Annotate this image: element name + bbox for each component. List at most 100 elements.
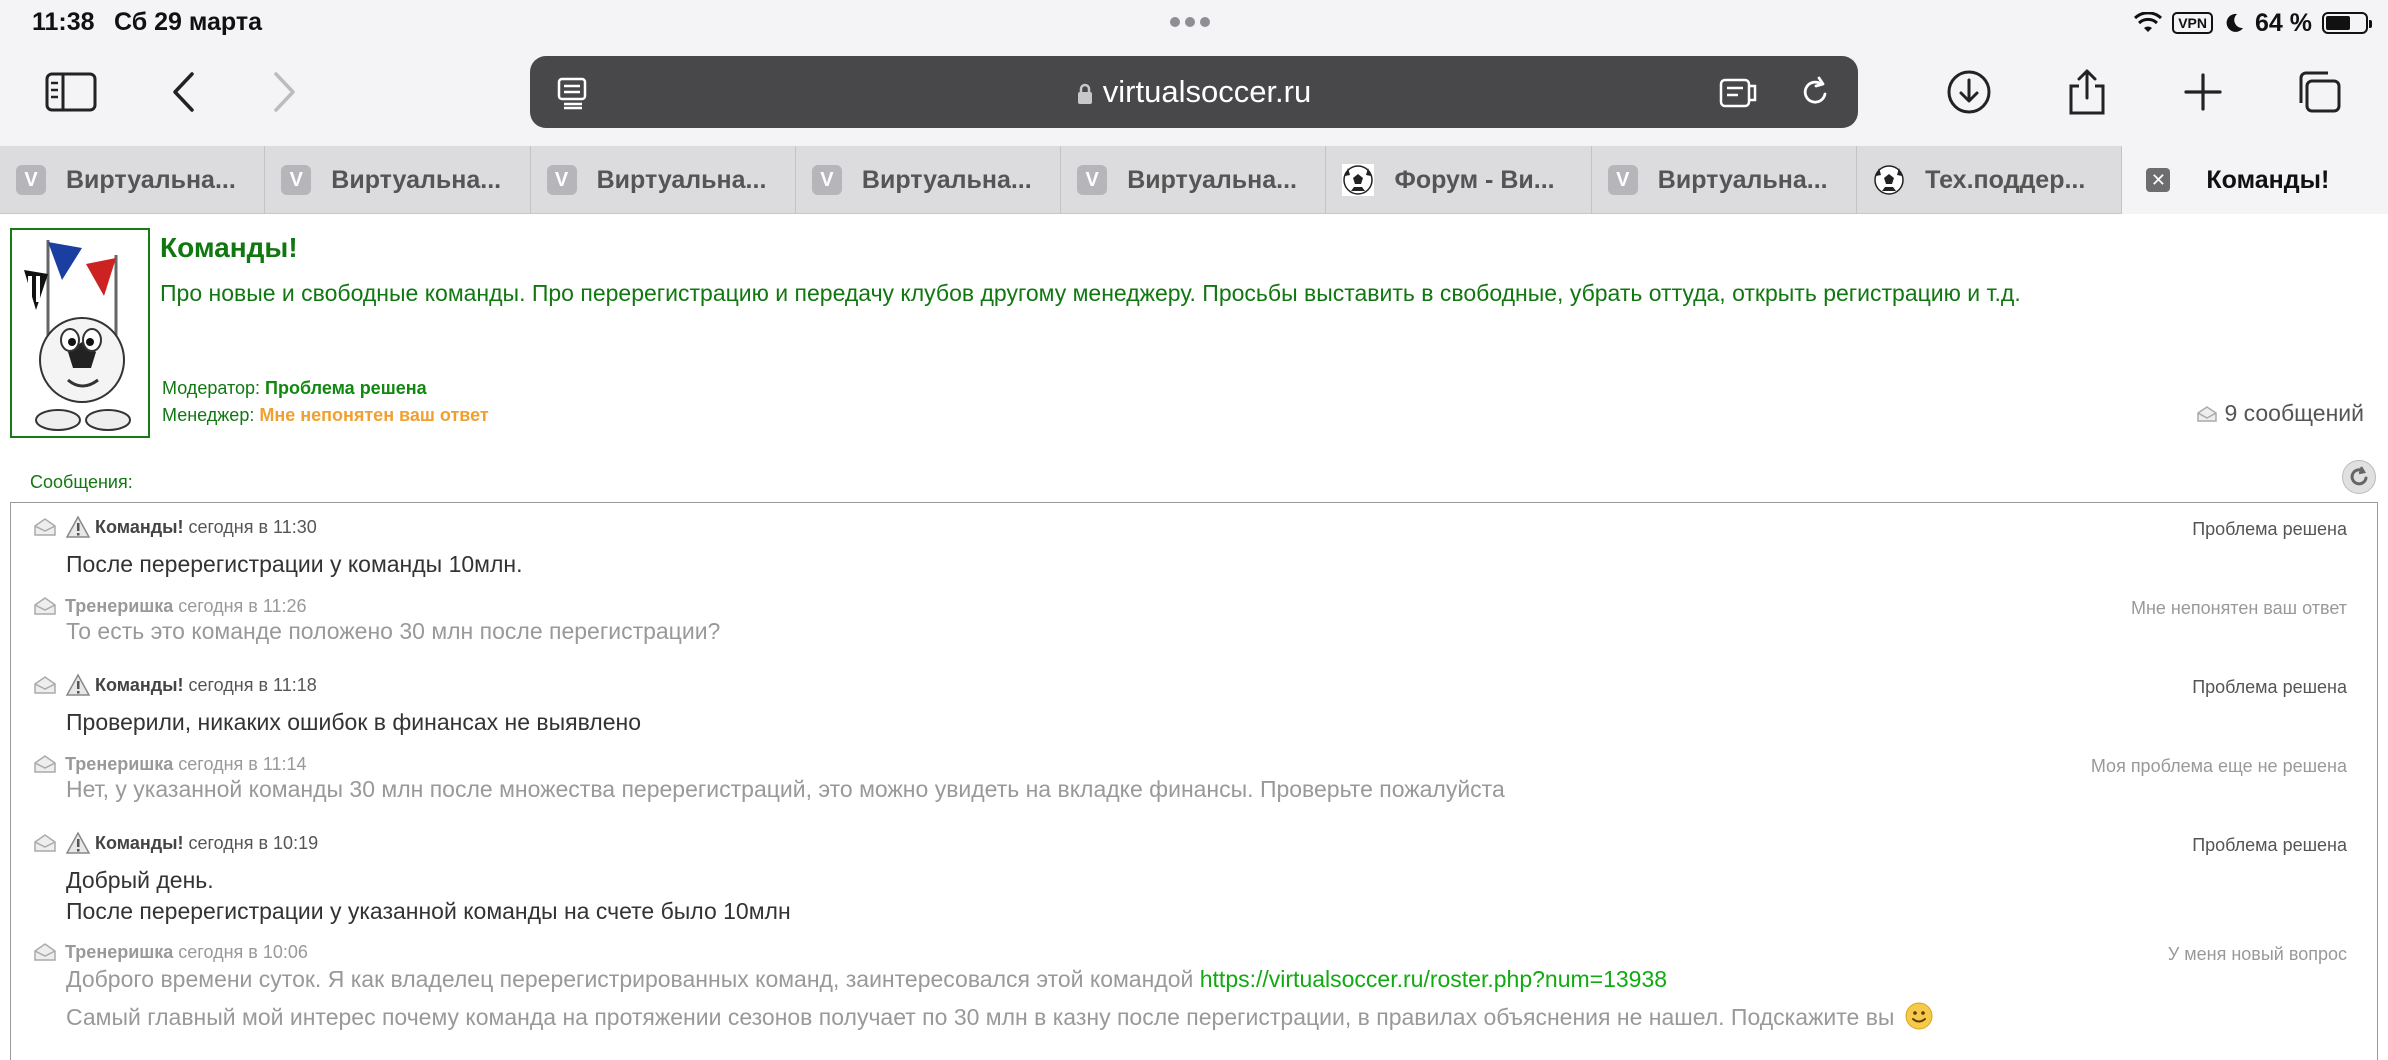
- address-url: virtualsoccer.ru: [1102, 74, 1312, 109]
- moderator-value: Проблема решена: [265, 378, 427, 398]
- status-right: VPN 64 %: [2134, 8, 2372, 38]
- share-icon[interactable]: [2052, 60, 2122, 124]
- message-line: После перерегистрации у команды 10млн.: [66, 551, 523, 577]
- status-time: 11:38: [32, 8, 95, 36]
- status-date: Сб 29 марта: [114, 8, 263, 36]
- message-status: Проблема решена: [2192, 835, 2347, 855]
- message-line: Добрый день.: [66, 867, 214, 893]
- tab-4[interactable]: V Виртуальна...: [796, 146, 1062, 214]
- messages-label: Сообщения:: [30, 472, 133, 492]
- tab-5[interactable]: V Виртуальна...: [1061, 146, 1327, 214]
- v-favicon-icon: V: [1607, 165, 1638, 195]
- message-line: Нет, у указанной команды 30 млн после мн…: [66, 776, 1505, 802]
- battery-icon: [2322, 12, 2372, 34]
- wifi-icon: [2134, 12, 2163, 32]
- vpn-badge: VPN: [2172, 12, 2214, 34]
- message-body: Проверили, никаких ошибок в финансах не …: [66, 707, 641, 738]
- tab-label: Виртуальна...: [1657, 165, 1828, 194]
- sidebar-icon[interactable]: [36, 60, 106, 124]
- message-body: Нет, у указанной команды 30 млн после мн…: [66, 774, 1505, 805]
- message-line: То есть это команде положено 30 млн посл…: [66, 618, 721, 644]
- forward-icon[interactable]: [250, 60, 320, 124]
- message-header: Команды! сегодня в 11:18: [33, 673, 317, 697]
- tab-bar: V Виртуальна... V Виртуальна... V Виртуальн…: [0, 146, 2388, 214]
- address-bar[interactable]: virtualsoccer.ru: [530, 56, 1858, 128]
- message-status: Проблема решена: [2192, 677, 2347, 697]
- envelope-icon: [34, 943, 56, 961]
- envelope-icon: [34, 755, 56, 773]
- new-tab-icon[interactable]: [2168, 60, 2238, 124]
- tab-6[interactable]: Форум - Ви...: [1326, 146, 1592, 214]
- manager-value: Мне непонятен ваш ответ: [259, 405, 489, 425]
- v-favicon-icon: V: [16, 165, 46, 195]
- message-line: После перерегистрации у указанной команд…: [66, 898, 791, 924]
- message-time: сегодня в 11:26: [178, 595, 307, 616]
- tab-label: Форум - Ви...: [1394, 165, 1555, 194]
- message-text: Самый главный мой интерес почему команда…: [66, 1004, 1895, 1030]
- message-author[interactable]: Тренеришка: [65, 596, 173, 617]
- forum-description: Про новые и свободные команды. Про перер…: [160, 280, 2021, 306]
- tab-active[interactable]: ✕ Команды!: [2122, 146, 2388, 214]
- message-status: Проблема решена: [2192, 519, 2347, 539]
- message-header: Команды! сегодня в 11:30: [33, 515, 317, 539]
- message-author[interactable]: Команды!: [95, 675, 184, 696]
- message-body: Доброго времени суток. Я как владелец пе…: [66, 960, 1933, 1036]
- tab-2[interactable]: V Виртуальна...: [265, 146, 531, 214]
- message-header: Тренеришка сегодня в 11:26: [33, 594, 307, 618]
- message-header: Тренеришка сегодня в 11:14: [33, 752, 307, 776]
- message-line: Самый главный мой интерес почему команда…: [66, 998, 1933, 1036]
- message-time: сегодня в 10:19: [188, 832, 319, 853]
- translate-icon[interactable]: [1718, 76, 1758, 110]
- forum-logo: [10, 228, 150, 438]
- message-time: сегодня в 11:14: [178, 753, 307, 774]
- refresh-button[interactable]: [2342, 460, 2376, 494]
- manager-label: Менеджер:: [162, 405, 255, 425]
- lock-icon: [1077, 83, 1092, 104]
- message-status: У меня новый вопрос: [2167, 944, 2347, 964]
- tab-label: Виртуальна...: [66, 165, 236, 194]
- message-time: сегодня в 11:30: [188, 516, 317, 537]
- envelope-icon: [34, 834, 56, 852]
- message-status: Моя проблема еще не решена: [2090, 756, 2347, 776]
- message-author[interactable]: Тренеришка: [65, 754, 173, 775]
- manager-line: Менеджер: Мне непонятен ваш ответ: [162, 405, 489, 426]
- v-favicon-icon: V: [1077, 165, 1108, 195]
- close-icon[interactable]: ✕: [2146, 168, 2171, 192]
- tab-label: Виртуальна...: [861, 165, 1032, 194]
- smiley-emoji-icon: [1905, 1002, 1933, 1030]
- message-body: После перерегистрации у команды 10млн.: [66, 549, 523, 580]
- message-text: Доброго времени суток. Я как владелец пе…: [66, 966, 1194, 992]
- browser-toolbar: virtualsoccer.ru: [0, 46, 2388, 146]
- moon-icon: [2226, 13, 2244, 32]
- moderator-line: Модератор: Проблема решена: [162, 378, 427, 399]
- back-icon[interactable]: [148, 60, 218, 124]
- forum-title: Команды!: [160, 232, 298, 263]
- message-count-text: 9 сообщений: [2224, 400, 2364, 426]
- v-favicon-icon: V: [546, 165, 577, 195]
- message-author[interactable]: Команды!: [95, 517, 184, 538]
- envelope-icon: [2197, 405, 2218, 422]
- soccer-ball-favicon-icon: [1874, 165, 1904, 195]
- warning-icon: [65, 515, 91, 538]
- tab-1[interactable]: V Виртуальна...: [0, 146, 266, 214]
- envelope-icon: [34, 518, 56, 536]
- roster-link[interactable]: https://virtualsoccer.ru/roster.php?num=…: [1200, 966, 1667, 992]
- tab-7[interactable]: V Виртуальна...: [1592, 146, 1858, 214]
- messages-list: Команды! сегодня в 11:30 Проблема решена…: [10, 502, 2378, 1060]
- envelope-icon: [34, 597, 56, 615]
- tab-3[interactable]: V Виртуальна...: [531, 146, 796, 214]
- tab-8[interactable]: Тех.поддер...: [1857, 146, 2123, 214]
- tab-label: Тех.поддер...: [1925, 165, 2086, 194]
- message-line: Проверили, никаких ошибок в финансах не …: [66, 709, 642, 735]
- reload-icon[interactable]: [1798, 74, 1832, 110]
- tabs-overview-icon[interactable]: [2284, 60, 2354, 124]
- address-text-wrap: virtualsoccer.ru: [530, 74, 1858, 110]
- v-favicon-icon: V: [281, 165, 312, 195]
- message-status: Мне непонятен ваш ответ: [2130, 598, 2347, 618]
- message-author[interactable]: Команды!: [95, 833, 184, 854]
- downloads-icon[interactable]: [1934, 60, 2004, 124]
- multitasking-dots-icon[interactable]: [1170, 14, 1218, 30]
- tab-label: Команды!: [2206, 165, 2330, 194]
- tab-label: Виртуальна...: [596, 165, 767, 194]
- tab-label: Виртуальна...: [331, 165, 502, 194]
